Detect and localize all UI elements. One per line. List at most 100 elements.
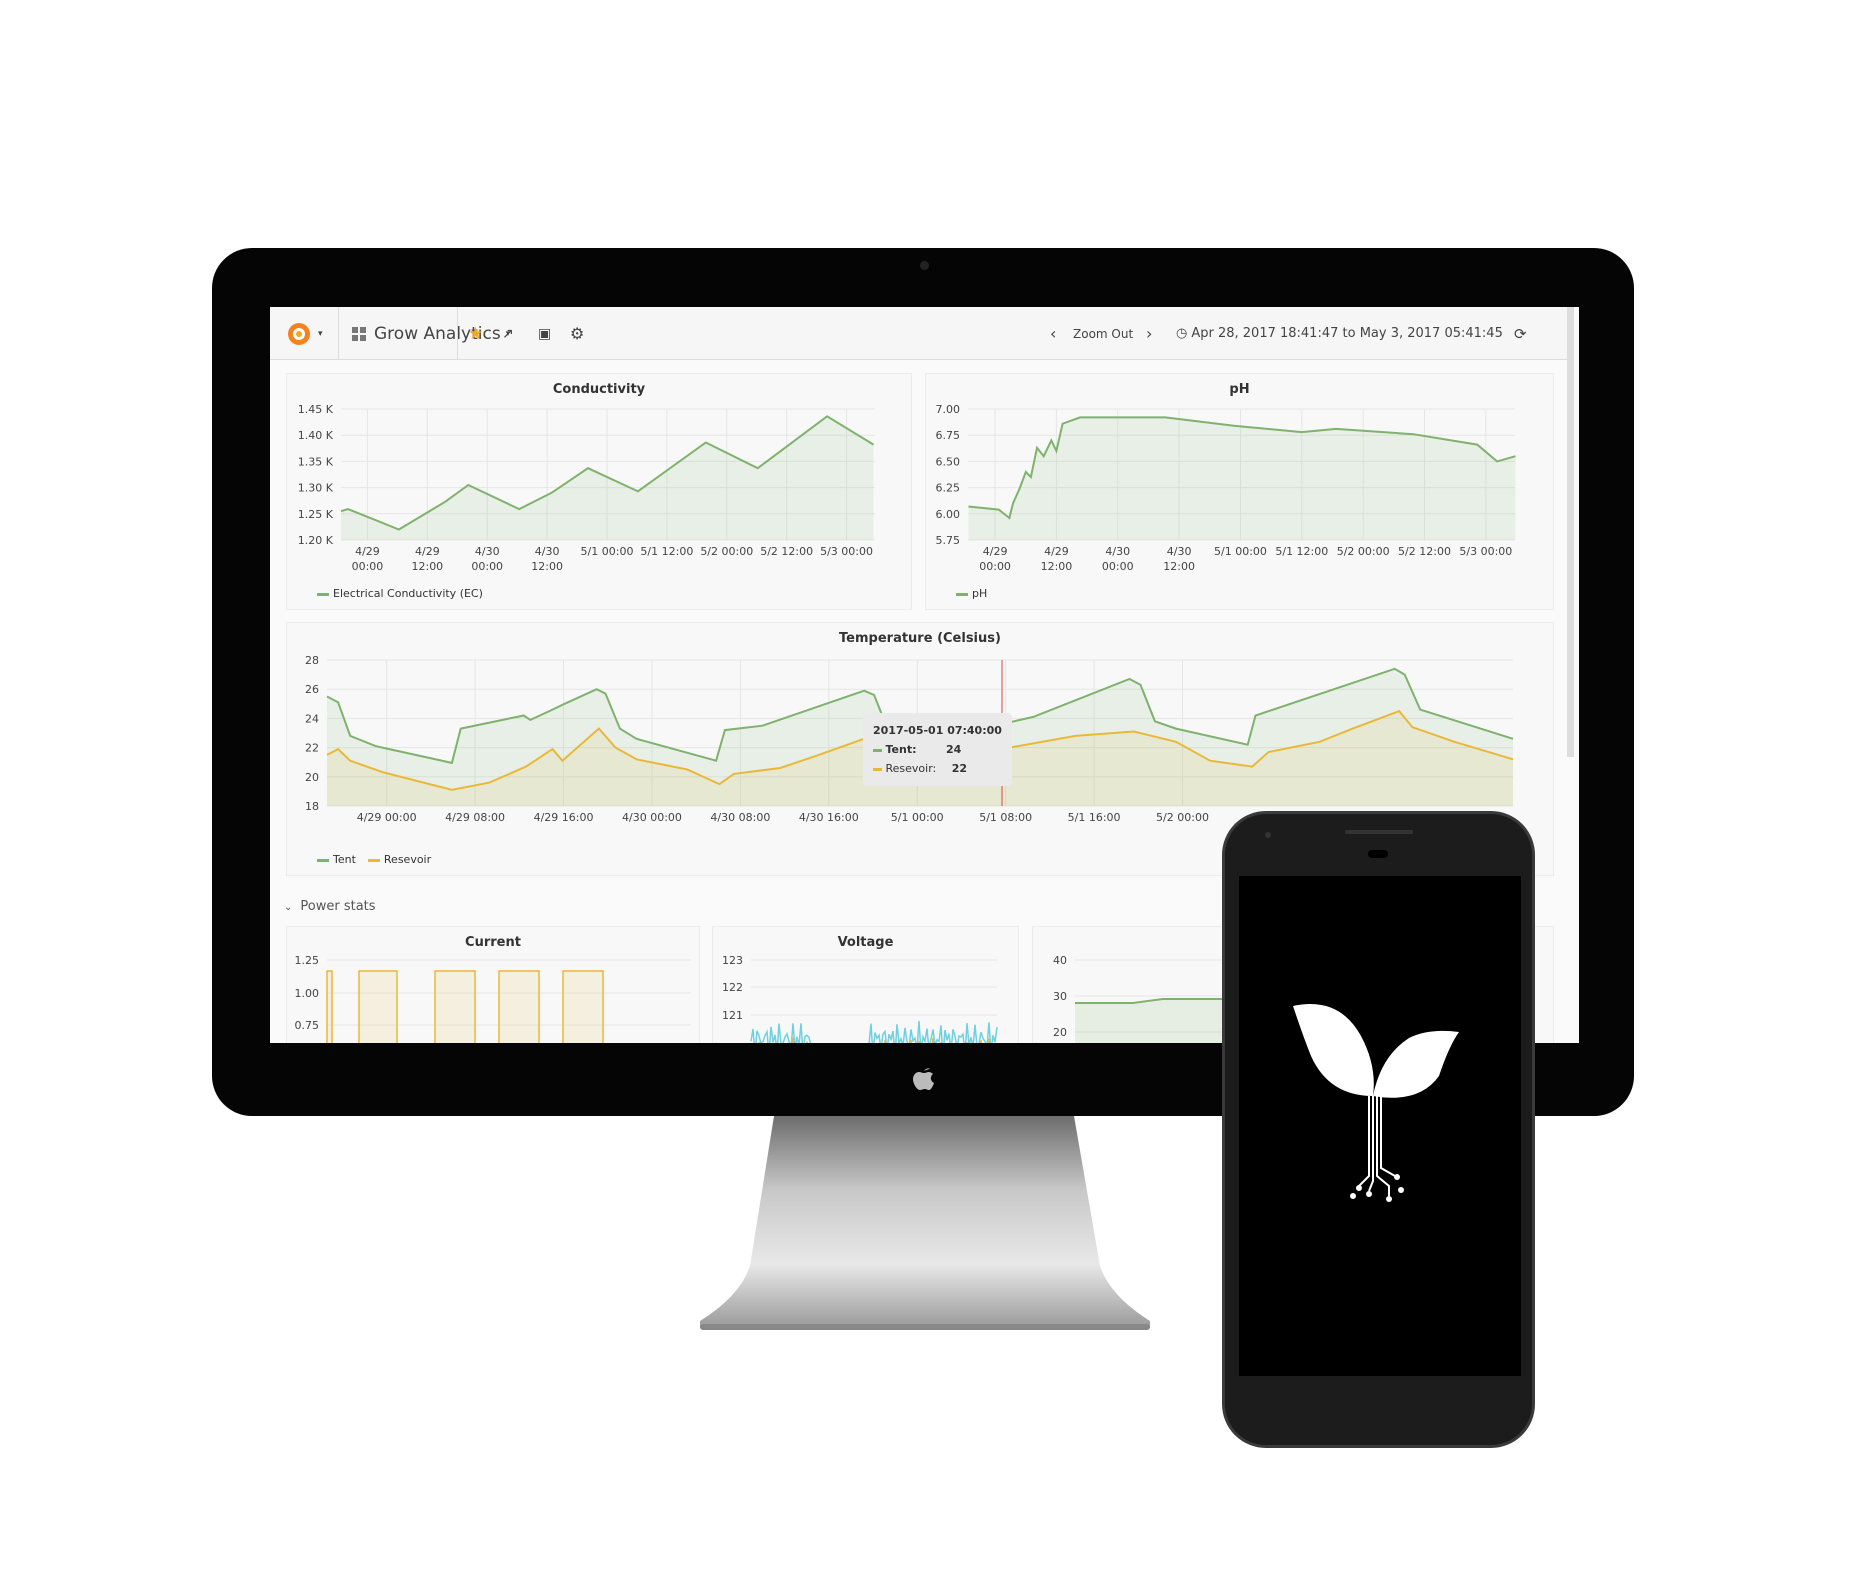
- x-tick-label: 00:00: [352, 560, 384, 573]
- x-tick-label: 4/29: [355, 545, 380, 558]
- y-tick-label: 1.30 K: [298, 482, 334, 495]
- save-icon[interactable]: ▣: [538, 307, 551, 360]
- apple-logo-icon: [913, 1068, 934, 1090]
- x-tick-label: 5/2 12:00: [760, 545, 813, 558]
- clock-icon: ◷: [1176, 326, 1188, 341]
- y-tick-label: 1.20 K: [298, 534, 334, 547]
- time-range-label: Apr 28, 2017 18:41:47 to May 3, 2017 05:…: [1191, 326, 1503, 341]
- x-tick-label: 5/2 00:00: [1156, 811, 1209, 824]
- x-tick-label: 5/3 00:00: [820, 545, 873, 558]
- x-tick-label: 12:00: [531, 560, 563, 573]
- y-tick-label: 18: [305, 800, 319, 813]
- y-tick-label: 1.45 K: [298, 403, 334, 416]
- monitor-camera: [920, 261, 929, 270]
- scrollbar[interactable]: [1567, 307, 1574, 757]
- legend-item-resevoir[interactable]: Resevoir: [367, 853, 431, 866]
- current-bar: [498, 970, 540, 1043]
- time-forward-chevron-icon[interactable]: ›: [1146, 307, 1152, 360]
- current-bar: [434, 970, 476, 1043]
- panel-ph: pH 7.00 6.75 6.50 6.25 6.00 5.75 4/29 00:00 4/29…: [925, 373, 1554, 610]
- y-tick-label: 1.40 K: [298, 429, 334, 442]
- x-tick-label: 4/30 16:00: [799, 811, 859, 824]
- current-chart: 1.25 1.00 0.75: [295, 954, 691, 1043]
- grafana-logo-icon: [288, 322, 310, 345]
- y-tick-label: 20: [305, 771, 319, 784]
- current-bar: [326, 970, 333, 1043]
- y-tick-label: 122: [722, 981, 743, 994]
- x-tick-label: 4/30: [1105, 545, 1130, 558]
- y-tick-label: 1.00: [295, 987, 320, 1000]
- phone-sensor: [1368, 850, 1388, 858]
- star-icon[interactable]: ★: [468, 307, 483, 360]
- share-icon[interactable]: ↗: [502, 307, 514, 360]
- caret-down-icon: ▾: [318, 328, 323, 339]
- x-tick-label: 5/1 00:00: [891, 811, 944, 824]
- x-tick-label: 5/2 12:00: [1398, 545, 1451, 558]
- x-tick-label: 4/29: [983, 545, 1008, 558]
- panel-voltage: Voltage 123 122 121: [712, 926, 1019, 1043]
- tooltip-time: 2017-05-01 07:40:00: [873, 724, 1002, 737]
- y-tick-label: 30: [1053, 990, 1067, 1003]
- y-tick-label: 1.25: [295, 954, 320, 967]
- legend-item-ec[interactable]: Electrical Conductivity (EC): [317, 587, 483, 600]
- tooltip-value: 24: [946, 743, 962, 756]
- top-navbar: ▾ Grow Analytics ▾ ★ ↗ ▣ ⚙ ‹ Zoom Out › …: [270, 307, 1570, 360]
- x-tick-label: 00:00: [979, 560, 1011, 573]
- x-tick-label: 5/1 12:00: [1275, 545, 1328, 558]
- y-tick-label: 6.25: [936, 482, 961, 495]
- phone-screen: [1239, 876, 1521, 1376]
- y-tick-label: 22: [305, 742, 319, 755]
- x-tick-label: 4/30: [1167, 545, 1192, 558]
- legend: Tent Resevoir: [317, 853, 431, 866]
- legend: pH: [956, 587, 987, 600]
- y-tick-label: 121: [722, 1009, 743, 1022]
- y-tick-label: 6.75: [936, 429, 961, 442]
- time-back-chevron-icon[interactable]: ‹: [1050, 307, 1056, 360]
- x-tick-label: 4/29 08:00: [445, 811, 505, 824]
- x-tick-label: 5/1 16:00: [1068, 811, 1121, 824]
- time-range-picker[interactable]: ◷ Apr 28, 2017 18:41:47 to May 3, 2017 05…: [1176, 307, 1503, 360]
- row-title: Power stats: [300, 899, 376, 914]
- x-tick-label: 12:00: [411, 560, 443, 573]
- y-tick-label: 28: [305, 654, 319, 667]
- voltage-chart: 123 122 121: [722, 954, 998, 1043]
- y-tick-label: 6.00: [936, 508, 961, 521]
- y-tick-label: 1.35 K: [298, 455, 334, 468]
- x-tick-label: 5/1 12:00: [640, 545, 693, 558]
- x-tick-label: 4/30 08:00: [710, 811, 770, 824]
- legend-item-tent[interactable]: Tent: [317, 853, 356, 866]
- y-tick-label: 40: [1053, 954, 1067, 967]
- x-tick-label: 4/29 16:00: [534, 811, 594, 824]
- monitor-stand: [700, 1116, 1150, 1330]
- legend: Electrical Conductivity (EC): [317, 587, 483, 600]
- x-tick-label: 5/3 00:00: [1459, 545, 1512, 558]
- current-bar: [562, 970, 604, 1043]
- dashboard-picker[interactable]: Grow Analytics ▾: [352, 307, 510, 360]
- series-area: [968, 417, 1516, 540]
- tooltip-label: Tent:: [885, 743, 917, 756]
- refresh-icon[interactable]: ⟳: [1514, 307, 1527, 360]
- grafana-menu-button[interactable]: ▾: [284, 307, 323, 360]
- plant-circuit-logo-icon: [1293, 1004, 1459, 1202]
- panel-conductivity: Conductivity 1.45 K 1.40 K 1.35 K 1.30 K 1.2…: [286, 373, 912, 610]
- y-tick-label: 1.25 K: [298, 508, 334, 521]
- y-tick-label: 26: [305, 683, 319, 696]
- chart-tooltip: 2017-05-01 07:40:00 Tent: 24 Resevoir: 2…: [863, 713, 1012, 786]
- row-toggle-power-stats[interactable]: ⌄ Power stats: [284, 899, 376, 914]
- series-area: [1075, 999, 1233, 1043]
- x-tick-label: 00:00: [1102, 560, 1134, 573]
- settings-gear-icon[interactable]: ⚙: [570, 307, 584, 360]
- smartphone: [1222, 811, 1535, 1448]
- x-tick-label: 12:00: [1041, 560, 1073, 573]
- phone-speaker: [1345, 830, 1413, 834]
- x-tick-label: 5/1 00:00: [1214, 545, 1267, 558]
- tooltip-label: Resevoir:: [885, 762, 937, 775]
- legend-item-ph[interactable]: pH: [956, 587, 987, 600]
- dashboard-grid-icon: [352, 326, 366, 341]
- y-tick-label: 20: [1053, 1026, 1067, 1039]
- x-tick-label: 4/30: [475, 545, 500, 558]
- x-tick-label: 4/29 00:00: [357, 811, 417, 824]
- zoom-out-button[interactable]: Zoom Out: [1073, 307, 1133, 360]
- panel-current: Current 1.25 1.00 0.75: [286, 926, 700, 1043]
- y-tick-label: 5.75: [936, 534, 961, 547]
